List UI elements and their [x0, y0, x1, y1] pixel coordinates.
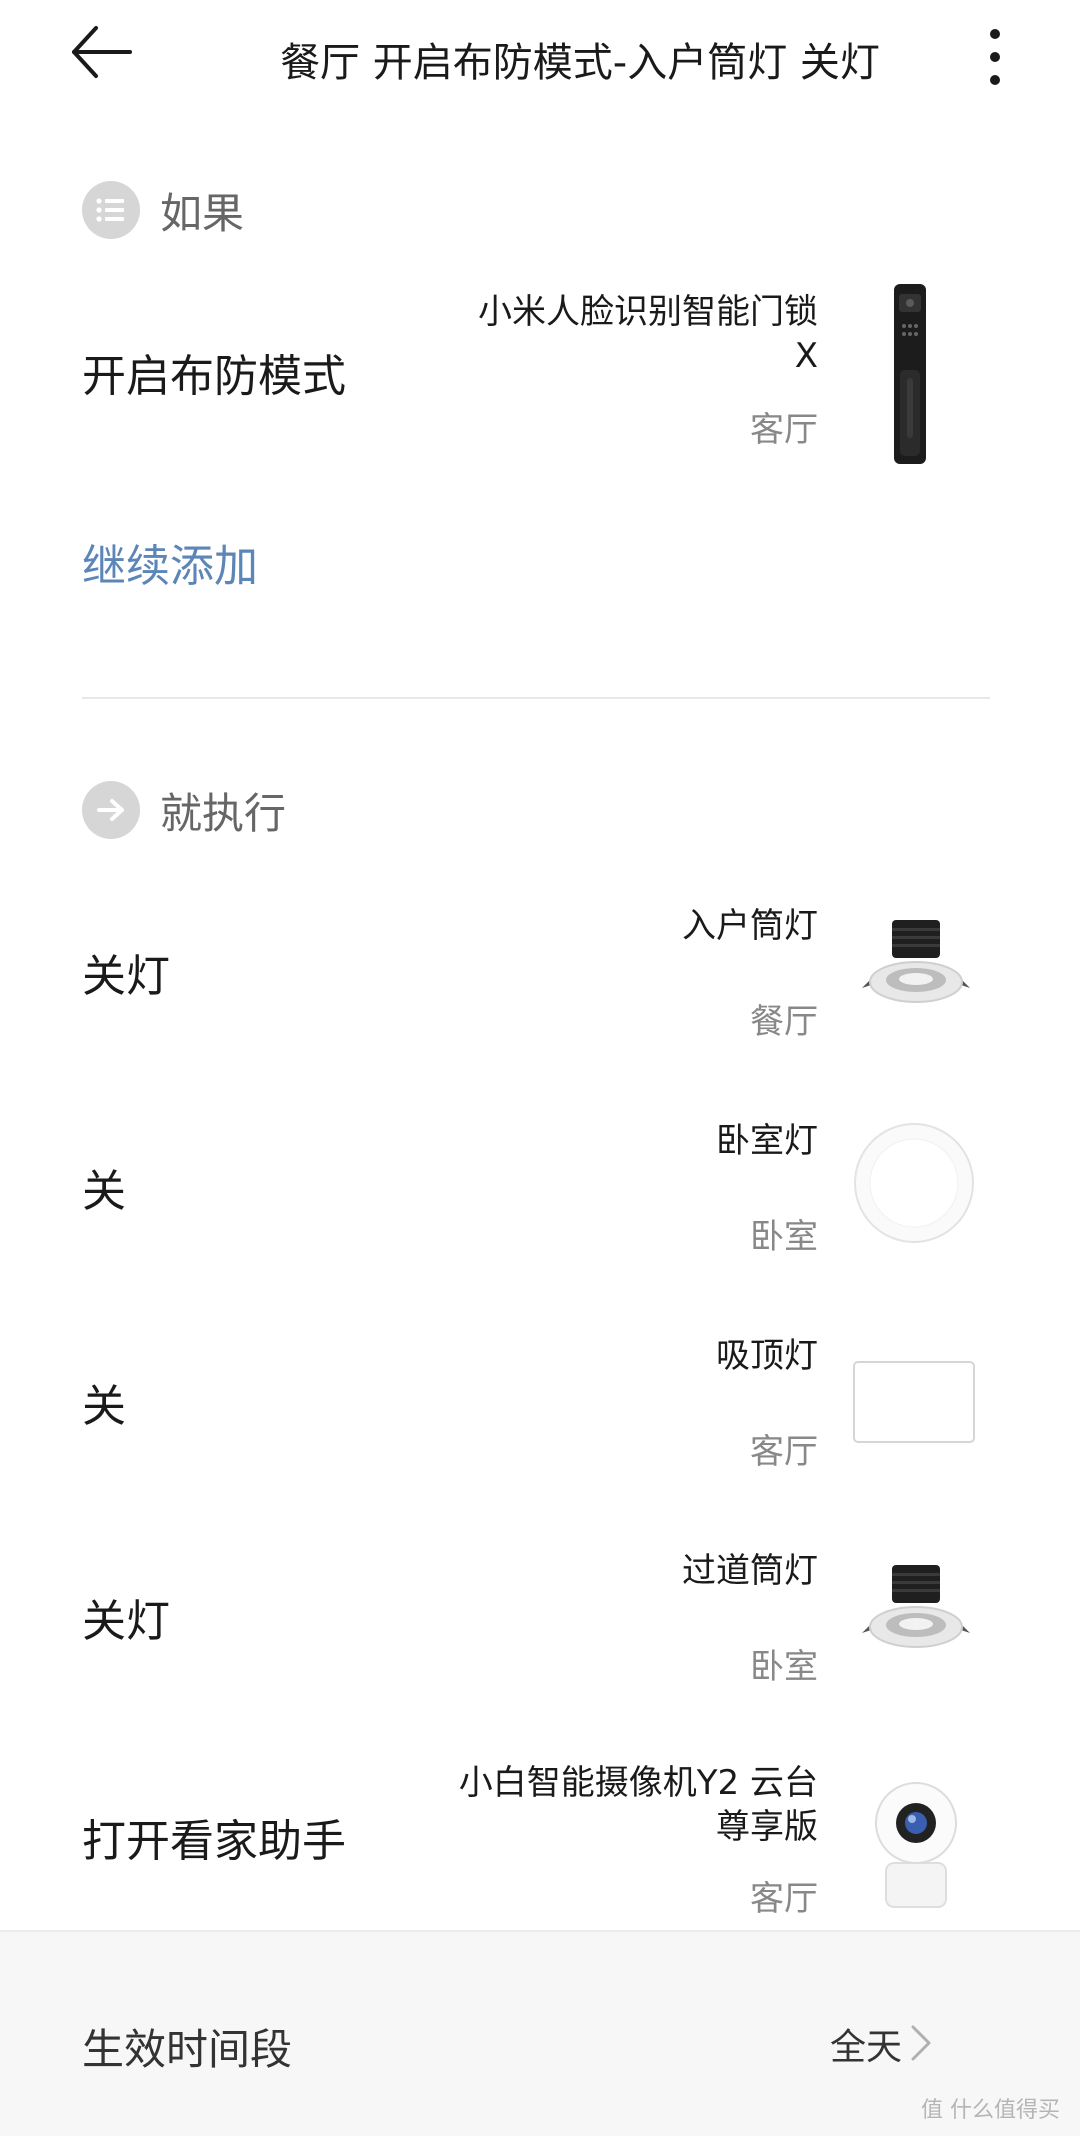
if-section-label: 如果	[160, 188, 245, 238]
chevron-right-icon	[911, 2025, 931, 2061]
device-room: 餐厅	[750, 1002, 818, 1042]
effective-period-value: 全天	[829, 2027, 902, 2068]
device-name: 小白智能摄像机Y2 云台尊享版	[458, 1763, 818, 1847]
more-vertical-icon	[990, 29, 1000, 85]
device-room: 卧室	[750, 1647, 818, 1687]
watermark: 值 什么值得买	[921, 2098, 1060, 2123]
ceiling-light-square-icon	[853, 1361, 975, 1443]
device-room: 客厅	[750, 1879, 818, 1919]
action-label: 关	[82, 1166, 126, 1217]
camera-icon	[875, 1782, 957, 1908]
device-name: 入户筒灯	[682, 906, 818, 946]
action-row[interactable]: 打开看家助手 小白智能摄像机Y2 云台尊享版 客厅	[0, 1745, 1080, 1930]
action-row[interactable]: 关 卧室灯 卧室	[0, 1105, 1080, 1275]
action-label: 关灯	[82, 951, 170, 1002]
device-room: 客厅	[750, 410, 818, 450]
device-name: 小米人脸识别智能门锁X	[478, 292, 818, 376]
device-room: 卧室	[750, 1217, 818, 1257]
action-label: 关	[82, 1381, 126, 1432]
back-button[interactable]	[70, 22, 160, 94]
list-icon	[82, 181, 140, 239]
section-divider	[82, 697, 990, 699]
add-condition-link[interactable]: 继续添加	[82, 530, 258, 594]
arrow-right-icon	[82, 781, 140, 839]
ceiling-light-round-icon	[854, 1123, 974, 1243]
action-row[interactable]: 关 吸顶灯 客厅	[0, 1320, 1080, 1490]
device-name: 吸顶灯	[716, 1336, 818, 1376]
action-row[interactable]: 关灯 过道筒灯 卧室	[0, 1535, 1080, 1705]
if-section-header: 如果	[82, 180, 244, 240]
top-bar: 餐厅 开启布防模式-入户筒灯 关灯	[0, 0, 1080, 120]
device-name: 卧室灯	[716, 1121, 818, 1161]
effective-period-row[interactable]: 生效时间段 全天 值 什么值得买	[0, 1930, 1080, 2136]
back-arrow-icon	[72, 26, 132, 78]
condition-row[interactable]: 开启布防模式 小米人脸识别智能门锁X 客厅	[0, 270, 1080, 470]
downlight-icon	[862, 1565, 970, 1648]
downlight-icon	[862, 920, 970, 1003]
more-button[interactable]	[975, 26, 1015, 88]
device-room: 客厅	[750, 1432, 818, 1472]
condition-action: 开启布防模式	[82, 351, 346, 402]
then-section-label: 就执行	[160, 788, 287, 838]
effective-period-label: 生效时间段	[82, 2025, 293, 2074]
door-lock-icon	[894, 284, 926, 464]
then-section-header: 就执行	[82, 780, 286, 840]
page-title: 餐厅 开启布防模式-入户筒灯 关灯	[280, 40, 880, 86]
action-label: 打开看家助手	[82, 1816, 346, 1867]
action-row[interactable]: 关灯 入户筒灯 餐厅	[0, 890, 1080, 1060]
action-label: 关灯	[82, 1596, 170, 1647]
device-name: 过道筒灯	[682, 1551, 818, 1591]
